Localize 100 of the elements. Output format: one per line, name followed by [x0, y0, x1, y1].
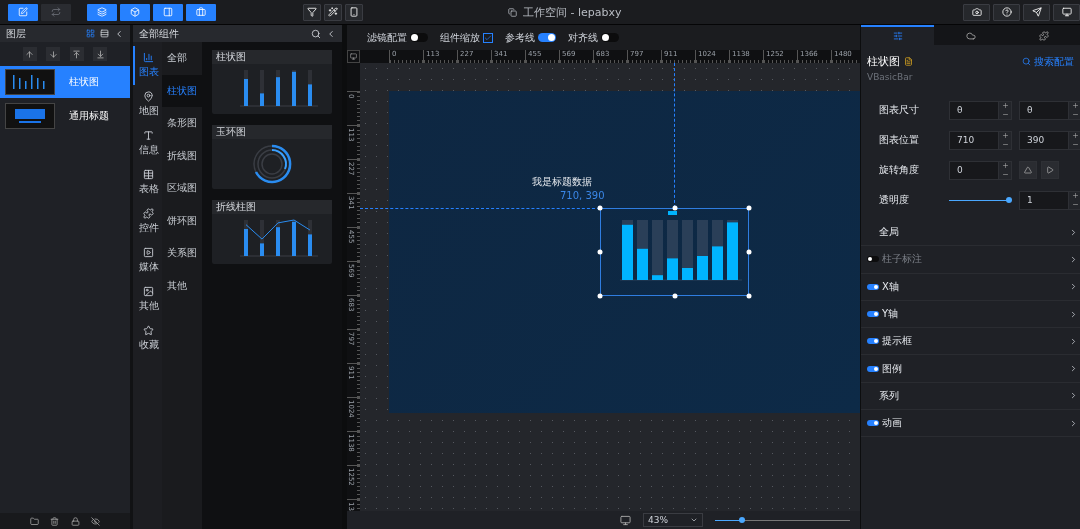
layers-button[interactable]: [87, 3, 117, 21]
cube-button[interactable]: [120, 3, 150, 21]
category-tab[interactable]: 表格: [133, 163, 163, 202]
number-field[interactable]: 710: [949, 130, 1012, 150]
sliders-icon: [892, 31, 903, 41]
position-label: 710, 390: [560, 190, 605, 201]
eye-off-icon[interactable]: [91, 516, 101, 526]
resize-handle[interactable]: [597, 205, 603, 211]
layer-thumbnail-drawing: [5, 69, 55, 95]
number-field[interactable]: θ: [949, 100, 1012, 120]
filter-button[interactable]: [303, 3, 321, 21]
component-card[interactable]: 玉环图: [212, 125, 332, 189]
increment-button[interactable]: [1069, 131, 1080, 140]
category-tab[interactable]: 信息: [133, 124, 163, 163]
monitor-button[interactable]: [1053, 3, 1080, 21]
subcategory-item[interactable]: 关系图: [162, 237, 202, 270]
lock-icon[interactable]: [70, 516, 80, 526]
config-section[interactable]: 图例: [861, 355, 1080, 383]
config-section[interactable]: Y轴: [861, 300, 1080, 329]
number-field[interactable]: 390: [1019, 130, 1080, 150]
component-card[interactable]: 柱状图: [212, 50, 332, 114]
number-field[interactable]: θ: [1019, 100, 1080, 120]
resize-handle[interactable]: [746, 249, 752, 255]
subcategory-item[interactable]: 区域图: [162, 172, 202, 205]
decrement-button[interactable]: [1069, 110, 1080, 119]
list-view-icon[interactable]: [100, 29, 109, 38]
config-section[interactable]: 动画: [861, 410, 1080, 438]
category-label: 信息: [138, 143, 159, 157]
move-bottom-button[interactable]: [93, 47, 108, 61]
toggle-switch[interactable]: [601, 33, 619, 42]
subcategory-item[interactable]: 饼环图: [162, 204, 202, 237]
resize-handle[interactable]: [746, 205, 752, 211]
category-tab[interactable]: 其他: [133, 280, 163, 319]
decrement-button[interactable]: [1069, 140, 1080, 149]
layer-item[interactable]: 通用标题: [0, 100, 130, 132]
resize-handle[interactable]: [746, 293, 752, 299]
decrement-button[interactable]: [999, 140, 1011, 149]
checkbox[interactable]: [483, 32, 493, 43]
flip-horizontal-button[interactable]: [1041, 161, 1059, 179]
toggle-switch[interactable]: [867, 256, 879, 263]
toggle-switch[interactable]: [867, 283, 879, 290]
panel-button[interactable]: [153, 3, 183, 21]
config-section[interactable]: 全局: [861, 219, 1080, 247]
number-field[interactable]: 0: [949, 160, 1012, 180]
toggle-switch[interactable]: [867, 365, 879, 372]
increment-button[interactable]: [1069, 191, 1080, 200]
subcategory-item[interactable]: 其他: [162, 269, 202, 302]
resize-handle[interactable]: [672, 293, 677, 299]
document-icon[interactable]: [904, 57, 913, 66]
resize-handle[interactable]: [597, 249, 603, 255]
toggle-switch[interactable]: [867, 338, 879, 345]
edit-button[interactable]: [8, 3, 38, 21]
wand-button[interactable]: [324, 3, 342, 21]
move-top-button[interactable]: [69, 47, 84, 61]
subcategory-item[interactable]: 柱状图: [162, 74, 202, 107]
config-section[interactable]: 系列: [861, 382, 1080, 411]
mobile-button[interactable]: [345, 3, 363, 21]
zoom-select[interactable]: 43%: [643, 513, 703, 527]
flip-vertical-button[interactable]: [1019, 161, 1037, 179]
collapse-icon[interactable]: [326, 28, 336, 39]
monitor-icon[interactable]: [620, 514, 631, 526]
decrement-button[interactable]: [999, 110, 1011, 119]
layer-item[interactable]: 柱状图: [0, 66, 130, 98]
config-section[interactable]: 提示框: [861, 328, 1080, 356]
move-down-button[interactable]: [46, 47, 61, 61]
search-icon[interactable]: [311, 28, 321, 39]
increment-button[interactable]: [1069, 101, 1080, 110]
category-tab[interactable]: 控件: [133, 202, 163, 241]
number-field[interactable]: 1: [1019, 190, 1080, 210]
resize-handle[interactable]: [597, 293, 603, 299]
folder-icon[interactable]: [29, 516, 39, 526]
category-tab[interactable]: 收藏: [133, 319, 163, 358]
ruler-corner-button[interactable]: [347, 50, 360, 63]
collapse-icon[interactable]: [114, 28, 124, 39]
config-section[interactable]: X轴: [861, 273, 1080, 301]
decrement-button[interactable]: [999, 170, 1011, 179]
increment-button[interactable]: [999, 131, 1011, 140]
help-button[interactable]: [993, 3, 1020, 21]
toggle-switch[interactable]: [410, 33, 428, 42]
grid-view-icon[interactable]: [86, 29, 95, 38]
subcategory-item[interactable]: 全部: [162, 42, 202, 75]
increment-button[interactable]: [999, 161, 1011, 170]
decrement-button[interactable]: [1069, 200, 1080, 209]
subcategory-item[interactable]: 条形图: [162, 107, 202, 140]
camera-button[interactable]: [963, 3, 990, 21]
toggle-switch[interactable]: [538, 33, 556, 42]
category-tab[interactable]: 地图: [133, 85, 163, 124]
increment-button[interactable]: [999, 101, 1011, 110]
search-config-link[interactable]: 搜索配置: [1022, 54, 1074, 69]
component-card[interactable]: 折线柱图: [212, 200, 332, 264]
toggle-switch[interactable]: [867, 420, 879, 427]
toggle-switch[interactable]: [867, 311, 879, 318]
send-button[interactable]: [1023, 3, 1050, 21]
briefcase-button[interactable]: [186, 3, 216, 21]
config-section[interactable]: 柱子标注: [861, 246, 1080, 274]
resize-handle[interactable]: [672, 205, 677, 211]
subcategory-item[interactable]: 折线图: [162, 139, 202, 172]
category-tab[interactable]: 媒体: [133, 241, 163, 280]
move-up-button[interactable]: [22, 47, 37, 61]
trash-icon[interactable]: [50, 516, 60, 526]
